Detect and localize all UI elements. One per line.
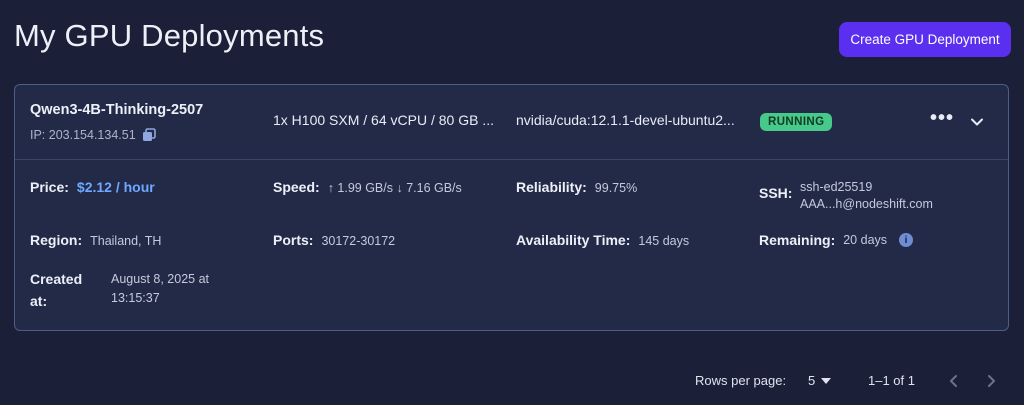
created-value-line-2: 13:15:37 xyxy=(111,291,160,305)
speed-label: Speed: xyxy=(273,179,320,195)
deployment-name: Qwen3-4B-Thinking-2507 xyxy=(30,102,204,118)
page: My GPU Deployments Create GPU Deployment… xyxy=(0,0,1024,405)
availability-field: Availability Time: 145 days xyxy=(516,232,689,248)
more-horizontal-icon[interactable]: ••• xyxy=(930,107,954,130)
region-value: Thailand, TH xyxy=(90,234,162,248)
card-divider xyxy=(15,159,1008,160)
created-value: August 8, 2025 at 13:15:37 xyxy=(111,270,209,308)
ports-value: 30172-30172 xyxy=(321,234,396,248)
next-page-icon[interactable] xyxy=(986,374,996,388)
deployment-image: nvidia/cuda:12.1.1-devel-ubuntu2... xyxy=(516,112,735,128)
status-badge: RUNNING xyxy=(760,113,833,131)
chevron-down-icon[interactable] xyxy=(970,115,984,129)
rows-per-page-label: Rows per page: xyxy=(695,373,787,388)
remaining-label: Remaining: xyxy=(759,232,836,248)
created-label-line-2: at: xyxy=(30,293,48,309)
ports-label: Ports: xyxy=(273,232,314,248)
create-gpu-deployment-button[interactable]: Create GPU Deployment xyxy=(839,22,1011,57)
remaining-field: Remaining: 20 days i xyxy=(759,232,914,248)
copy-icon[interactable] xyxy=(142,128,156,142)
pagination-range: 1–1 of 1 xyxy=(868,373,915,388)
price-value: $2.12 / hour xyxy=(76,179,155,195)
deployment-card: Qwen3-4B-Thinking-2507 IP: 203.154.134.5… xyxy=(14,84,1009,331)
ssh-key-line-2: AAA...h@nodeshift.com xyxy=(800,197,933,211)
reliability-field: Reliability: 99.75% xyxy=(516,179,637,195)
created-label-line-1: Created xyxy=(30,271,83,287)
previous-page-icon[interactable] xyxy=(949,374,959,388)
remaining-value: 20 days xyxy=(843,233,888,247)
speed-value: ↑ 1.99 GB/s ↓ 7.16 GB/s xyxy=(327,181,462,195)
deployment-spec: 1x H100 SXM / 64 vCPU / 80 GB ... xyxy=(273,112,494,128)
created-value-line-1: August 8, 2025 at xyxy=(111,272,209,286)
created-label: Created at: xyxy=(30,268,82,312)
reliability-label: Reliability: xyxy=(516,179,587,195)
price-field: Price: $2.12 / hour xyxy=(30,179,155,195)
deployment-ip: IP: 203.154.134.51 xyxy=(30,128,136,142)
price-label: Price: xyxy=(30,179,69,195)
speed-field: Speed: ↑ 1.99 GB/s ↓ 7.16 GB/s xyxy=(273,179,462,195)
page-title: My GPU Deployments xyxy=(14,18,325,53)
deployment-card-header[interactable]: Qwen3-4B-Thinking-2507 IP: 203.154.134.5… xyxy=(15,85,1008,159)
rows-per-page-value: 5 xyxy=(808,373,816,388)
ports-field: Ports: 30172-30172 xyxy=(273,232,395,248)
region-field: Region: Thailand, TH xyxy=(30,232,161,248)
ssh-field: SSH: xyxy=(759,185,792,203)
reliability-value: 99.75% xyxy=(594,181,638,195)
region-label: Region: xyxy=(30,232,83,248)
availability-label: Availability Time: xyxy=(516,232,631,248)
ssh-label: SSH: xyxy=(759,185,793,201)
info-icon[interactable]: i xyxy=(899,233,914,247)
caret-down-icon xyxy=(821,377,832,384)
availability-value: 145 days xyxy=(638,234,690,248)
ssh-key[interactable]: ssh-ed25519 AAA...h@nodeshift.com xyxy=(800,179,933,213)
ssh-key-line-1: ssh-ed25519 xyxy=(800,180,873,194)
rows-per-page-select[interactable]: 5 xyxy=(808,373,832,388)
deployment-ip-row: IP: 203.154.134.51 xyxy=(30,128,156,142)
